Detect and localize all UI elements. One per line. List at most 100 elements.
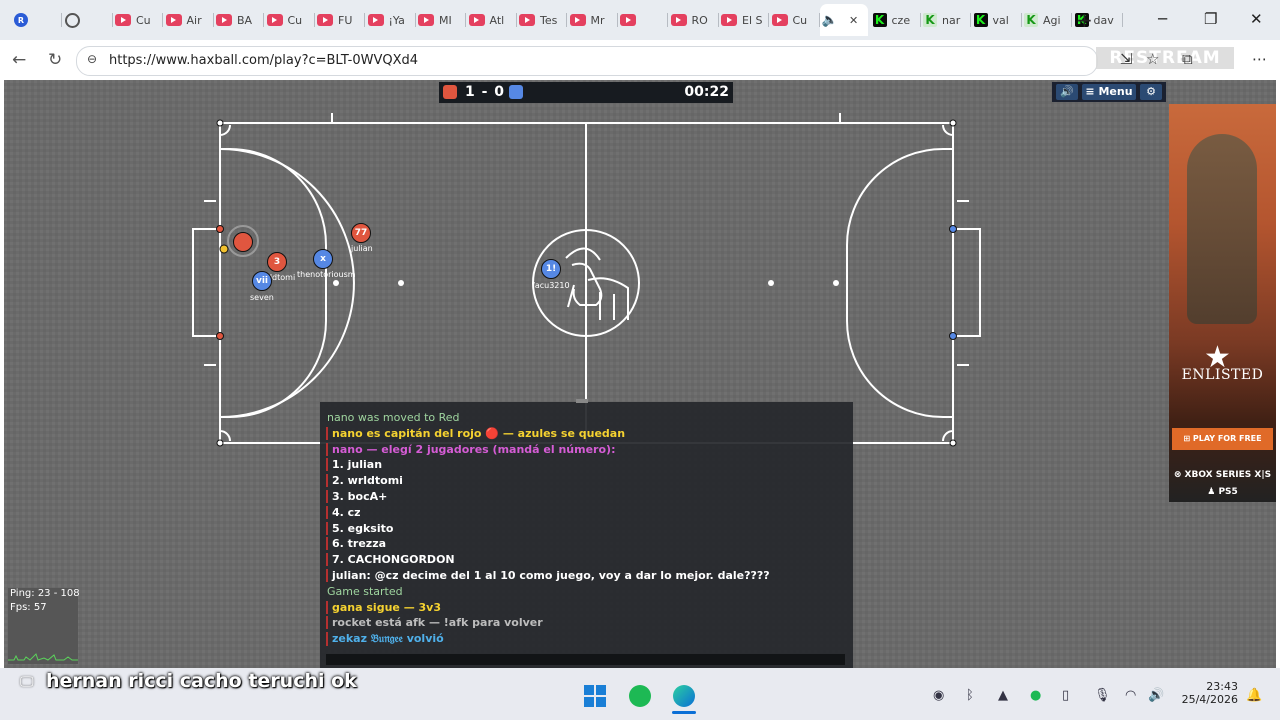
player-name: thenotoriousm xyxy=(297,270,356,279)
youtube-icon xyxy=(468,14,485,26)
browser-tab[interactable]: Cu xyxy=(113,8,163,32)
youtube-icon xyxy=(670,14,687,26)
xbox-platform-label: ⊗ XBOX SERIES X|S xyxy=(1169,470,1276,480)
url-text[interactable]: https://www.haxball.com/play?c=BLT-0WVQX… xyxy=(109,53,418,68)
browser-tab[interactable]: Atl xyxy=(467,8,517,32)
windows-start-icon[interactable] xyxy=(584,685,606,707)
enlisted-ad[interactable]: ★ ENLISTED ⊞ PLAY FOR FREE ⊗ XBOX SERIES… xyxy=(1169,104,1276,502)
browser-tab[interactable]: FU xyxy=(315,8,365,32)
browser-tab[interactable]: Kcze xyxy=(871,8,921,32)
browser-tab[interactable]: Mr xyxy=(568,8,618,32)
chat-message: 1. julian xyxy=(326,458,382,472)
ball xyxy=(219,244,229,254)
microphone-icon[interactable]: 🎙 xyxy=(1094,688,1111,703)
close-window-icon[interactable]: ✕ xyxy=(1250,10,1263,28)
app-tray-icon[interactable]: ◉ xyxy=(933,688,944,703)
close-tab-icon[interactable]: ✕ xyxy=(849,14,858,27)
chat-input[interactable] xyxy=(326,654,845,665)
minimize-icon[interactable]: ─ xyxy=(1158,10,1167,28)
back-icon[interactable]: ← xyxy=(12,50,26,70)
browser-tab[interactable]: R xyxy=(12,8,62,32)
ad-title: ENLISTED xyxy=(1181,367,1264,383)
extension-icon[interactable]: ⇲ xyxy=(1120,50,1133,68)
browser-tab[interactable]: El S xyxy=(719,8,769,32)
tab-label: val xyxy=(992,13,1009,27)
tab-label: BA xyxy=(237,13,253,27)
favorite-star-icon[interactable]: ☆ xyxy=(1146,50,1159,68)
restore-icon[interactable]: ❐ xyxy=(1204,10,1217,28)
browser-tab[interactable]: Tes xyxy=(517,8,567,32)
clock-time: 23:43 xyxy=(1206,680,1238,693)
browser-tab[interactable] xyxy=(63,8,113,32)
browser-tab[interactable]: 🔈 ✕ xyxy=(820,4,868,36)
new-tab-icon[interactable]: + xyxy=(1076,8,1093,32)
collections-icon[interactable]: ⧉ xyxy=(1182,50,1193,68)
speaker-icon: 🔈 xyxy=(821,12,839,28)
sound-toggle-button[interactable]: 🔊 xyxy=(1056,84,1078,100)
volume-icon[interactable]: 🔊 xyxy=(1148,688,1164,703)
more-options-icon[interactable]: ⋯ xyxy=(1252,50,1267,68)
reload-icon[interactable]: ↻ xyxy=(48,50,62,70)
player-name: seven xyxy=(250,293,274,302)
scoreboard: 1 - 0 00:22 xyxy=(439,82,733,103)
fps-text: Fps: 57 xyxy=(10,602,47,613)
drive-icon[interactable]: ▲ xyxy=(998,688,1008,703)
spotify-icon[interactable] xyxy=(629,685,651,707)
youtube-icon xyxy=(115,14,131,26)
browser-tab[interactable]: Cu xyxy=(265,8,315,32)
settings-button[interactable]: ⚙ xyxy=(1140,84,1162,100)
player-name: julian xyxy=(351,244,373,253)
tab-label: MI xyxy=(439,13,452,27)
edge-icon[interactable] xyxy=(673,685,695,707)
chat-message: nano was moved to Red xyxy=(327,411,460,424)
tab-label: El S xyxy=(742,13,763,27)
system-clock[interactable]: 23:43 25/4/2026 xyxy=(1178,680,1238,706)
browser-tab[interactable]: MI xyxy=(416,8,466,32)
wifi-icon[interactable]: ◠ xyxy=(1125,688,1136,703)
restream-watermark: RESTREAM xyxy=(1096,47,1234,69)
playstation-icon: ♟ xyxy=(1207,487,1216,497)
notification-bell-icon[interactable]: 🔔 xyxy=(1246,688,1262,703)
play-for-free-button[interactable]: ⊞ PLAY FOR FREE xyxy=(1172,428,1273,450)
site-info-icon[interactable]: ⊖ xyxy=(87,52,97,66)
tab-label: Tes xyxy=(540,13,558,27)
score-text: 1 - 0 xyxy=(465,84,506,100)
menu-button[interactable]: ≡ Menu xyxy=(1082,84,1136,100)
player-token: 1! xyxy=(541,259,561,279)
xbox-icon: ⊗ xyxy=(1173,470,1182,480)
browser-tab[interactable] xyxy=(618,8,668,32)
record-icon: R xyxy=(14,13,28,27)
chat-message: nano es capitán del rojo 🔴 — azules se q… xyxy=(326,426,625,440)
browser-tab[interactable]: Air xyxy=(164,8,214,32)
player-token xyxy=(233,232,253,252)
browser-tab[interactable]: K Agi xyxy=(1022,8,1072,32)
tab-label: RO xyxy=(691,13,708,27)
player-token: x xyxy=(313,249,333,269)
player-token: 77 xyxy=(351,223,371,243)
usb-icon[interactable]: ▯ xyxy=(1062,688,1069,703)
url-box[interactable]: ⊖ https://www.haxball.com/play?c=BLT-0WV… xyxy=(76,46,1098,76)
browser-tab[interactable]: BA xyxy=(214,8,264,32)
browser-tab[interactable]: Cu xyxy=(770,8,820,32)
chat-message: 2. wrldtomi xyxy=(326,474,403,488)
chat-resize-handle[interactable] xyxy=(576,399,588,403)
speaker-icon: 🔊 xyxy=(1060,85,1074,98)
chat-message: 6. trezza xyxy=(326,537,386,551)
browser-tab[interactable]: RO xyxy=(669,8,719,32)
youtube-icon xyxy=(721,14,737,26)
spotify-tray-icon[interactable]: ● xyxy=(1030,688,1041,703)
youtube-icon xyxy=(165,14,182,26)
bluetooth-icon[interactable]: ᛒ xyxy=(966,688,974,703)
overlay-caption: hernan ricci cacho teruchi ok xyxy=(46,670,357,692)
kick-icon: K xyxy=(872,13,887,27)
youtube-icon xyxy=(569,14,586,26)
clock-date: 25/4/2026 xyxy=(1181,693,1238,706)
circle-icon xyxy=(64,12,80,28)
browser-tab[interactable]: Knar xyxy=(921,8,971,32)
net-stats-panel: Ping: 23 - 108 Fps: 57 xyxy=(8,588,80,664)
browser-tab[interactable]: Kval xyxy=(972,8,1022,32)
ping-graph xyxy=(8,653,78,661)
browser-tab[interactable]: ¡Ya xyxy=(366,8,416,32)
windows-logo-icon: ⊞ xyxy=(1183,434,1191,443)
ps5-text: PS5 xyxy=(1218,487,1238,497)
